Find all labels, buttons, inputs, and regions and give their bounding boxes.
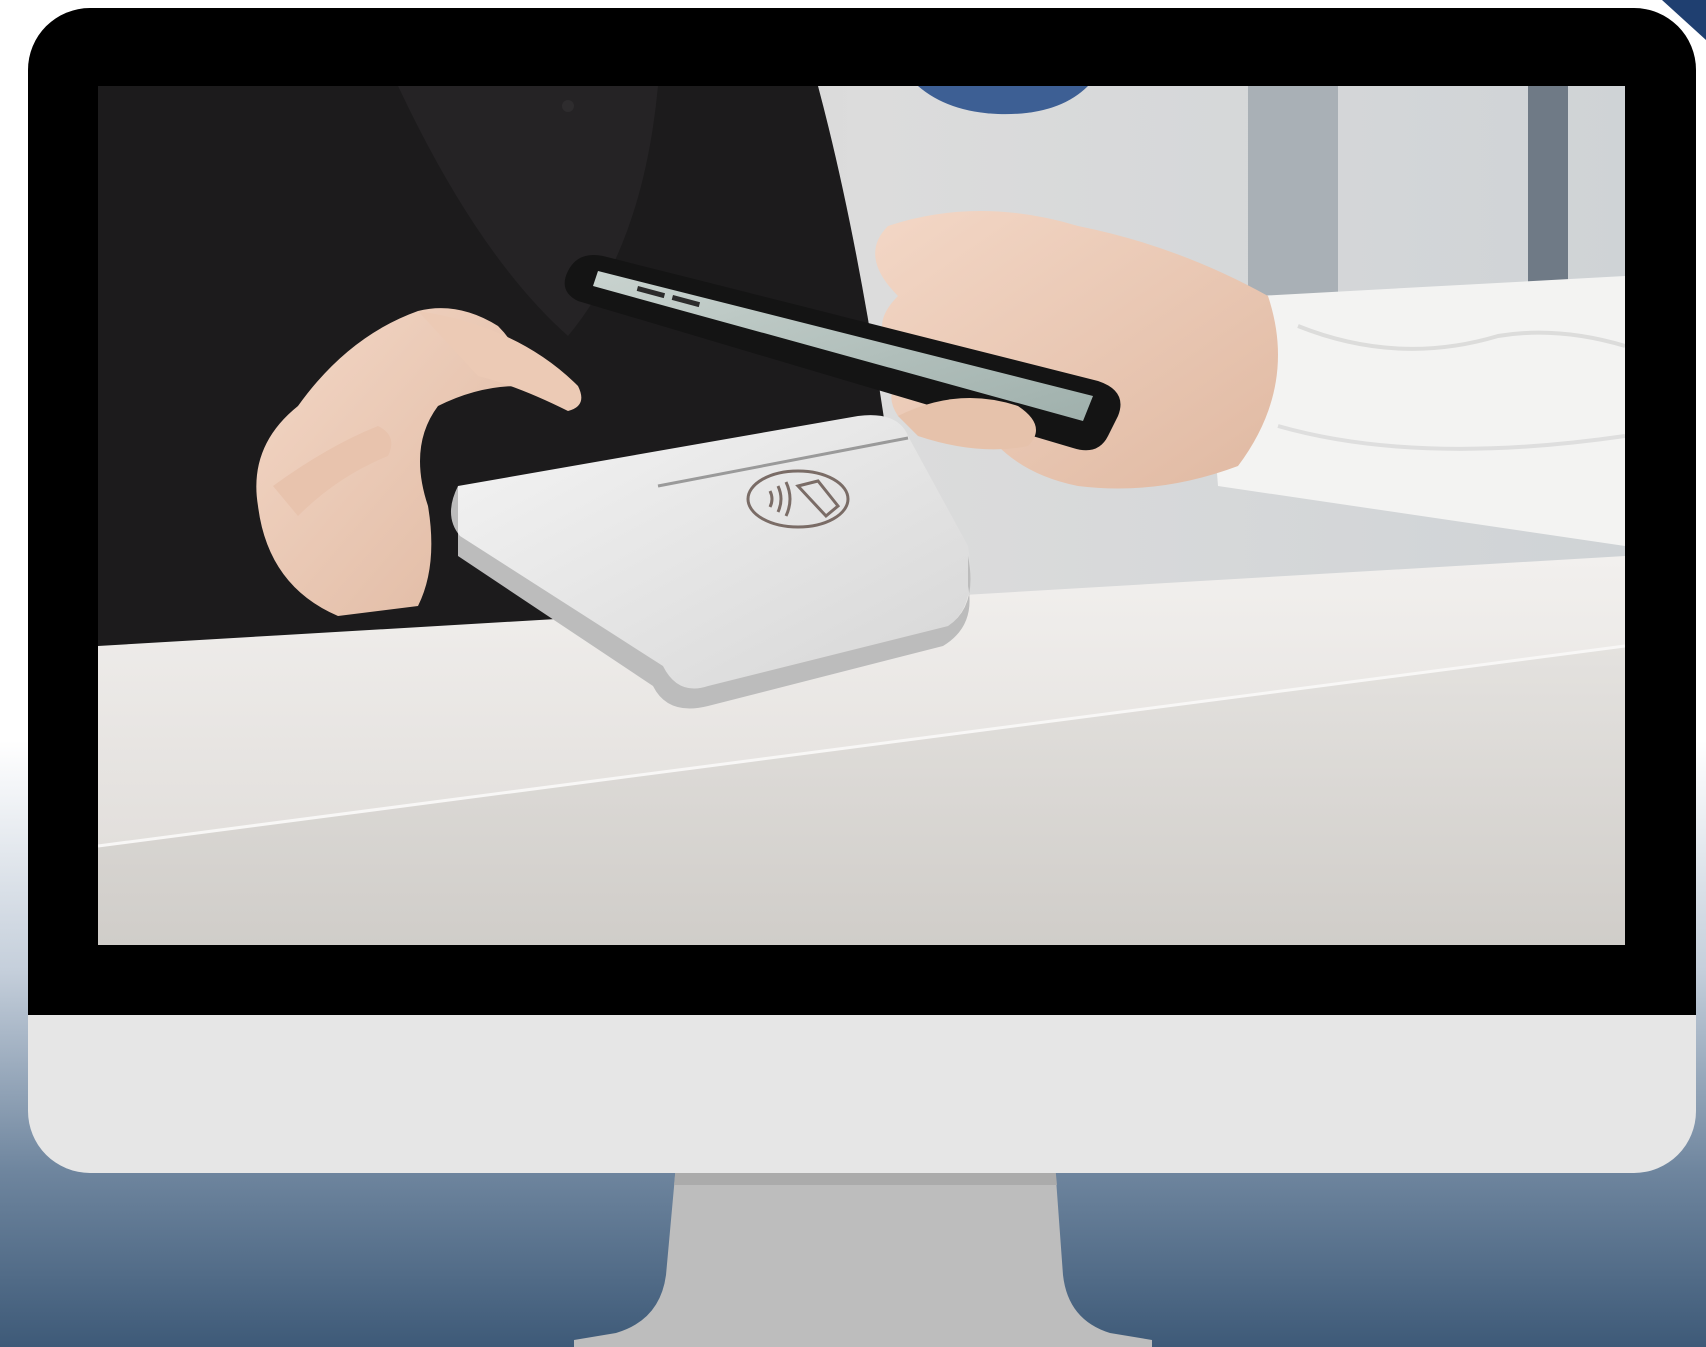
- monitor-bezel: [28, 8, 1696, 1015]
- contactless-payment-photo: [98, 86, 1625, 945]
- monitor-screen: [98, 86, 1625, 945]
- monitor: [28, 8, 1696, 1173]
